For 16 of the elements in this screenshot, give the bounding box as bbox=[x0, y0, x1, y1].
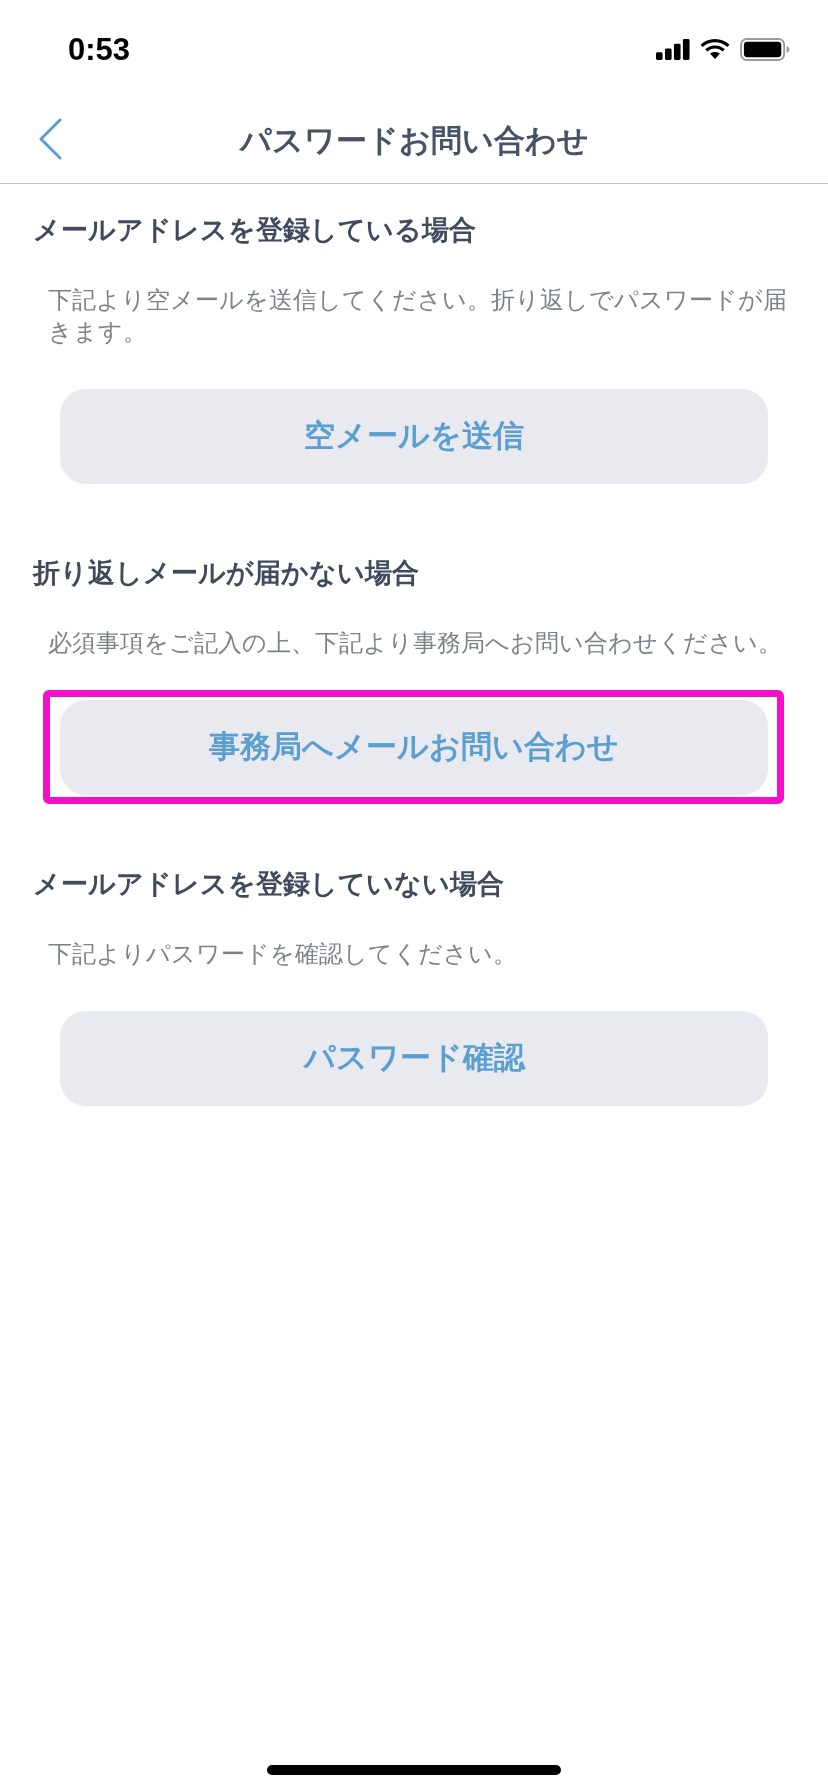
section-description: 下記より空メールを送信してください。折り返しでパスワードが届きます。 bbox=[48, 286, 788, 347]
section-heading: メールアドレスを登録していない場合 bbox=[33, 867, 505, 901]
section-heading: 折り返しメールが届かない場合 bbox=[33, 556, 420, 590]
wifi-icon bbox=[700, 39, 730, 59]
action-button[interactable]: 空メールを送信 bbox=[60, 389, 768, 484]
action-button[interactable]: パスワード確認 bbox=[60, 1011, 768, 1106]
section-description: 必須事項をご記入の上、下記より事務局へお問い合わせください。 bbox=[48, 629, 783, 658]
back-chevron-icon bbox=[38, 118, 62, 160]
battery-icon bbox=[740, 37, 790, 61]
status-time: 0:53 bbox=[68, 33, 131, 65]
section-description: 下記よりパスワードを確認してください。 bbox=[48, 940, 518, 969]
action-button[interactable]: 事務局へメールお問い合わせ bbox=[60, 700, 768, 795]
back-button[interactable] bbox=[38, 118, 62, 160]
section-heading: メールアドレスを登録している場合 bbox=[33, 213, 477, 247]
page-title: パスワードお問い合わせ bbox=[239, 121, 589, 160]
signal-icon bbox=[656, 38, 690, 60]
